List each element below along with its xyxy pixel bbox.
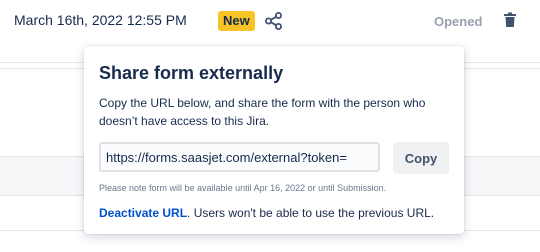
deactivate-url-link[interactable]: Deactivate URL — [99, 206, 187, 220]
share-icon[interactable] — [264, 11, 284, 31]
copy-button[interactable]: Copy — [393, 142, 449, 174]
status-label: Opened — [434, 14, 483, 29]
share-externally-popover: Share form externally Copy the URL below… — [84, 46, 464, 234]
external-url-input[interactable] — [99, 142, 380, 172]
deactivate-explanation: . Users won't be able to use the previou… — [187, 206, 435, 220]
url-row: Copy — [99, 142, 449, 174]
trash-icon[interactable] — [503, 12, 517, 28]
availability-note: Please note form will be available until… — [99, 183, 387, 193]
popover-description: Copy the URL below, and share the form w… — [99, 96, 426, 128]
deactivate-line: Deactivate URL. Users won't be able to u… — [99, 205, 448, 221]
submission-date: March 16th, 2022 12:55 PM — [14, 12, 187, 28]
new-badge: New — [218, 11, 255, 31]
popover-title: Share form externally — [99, 63, 284, 83]
